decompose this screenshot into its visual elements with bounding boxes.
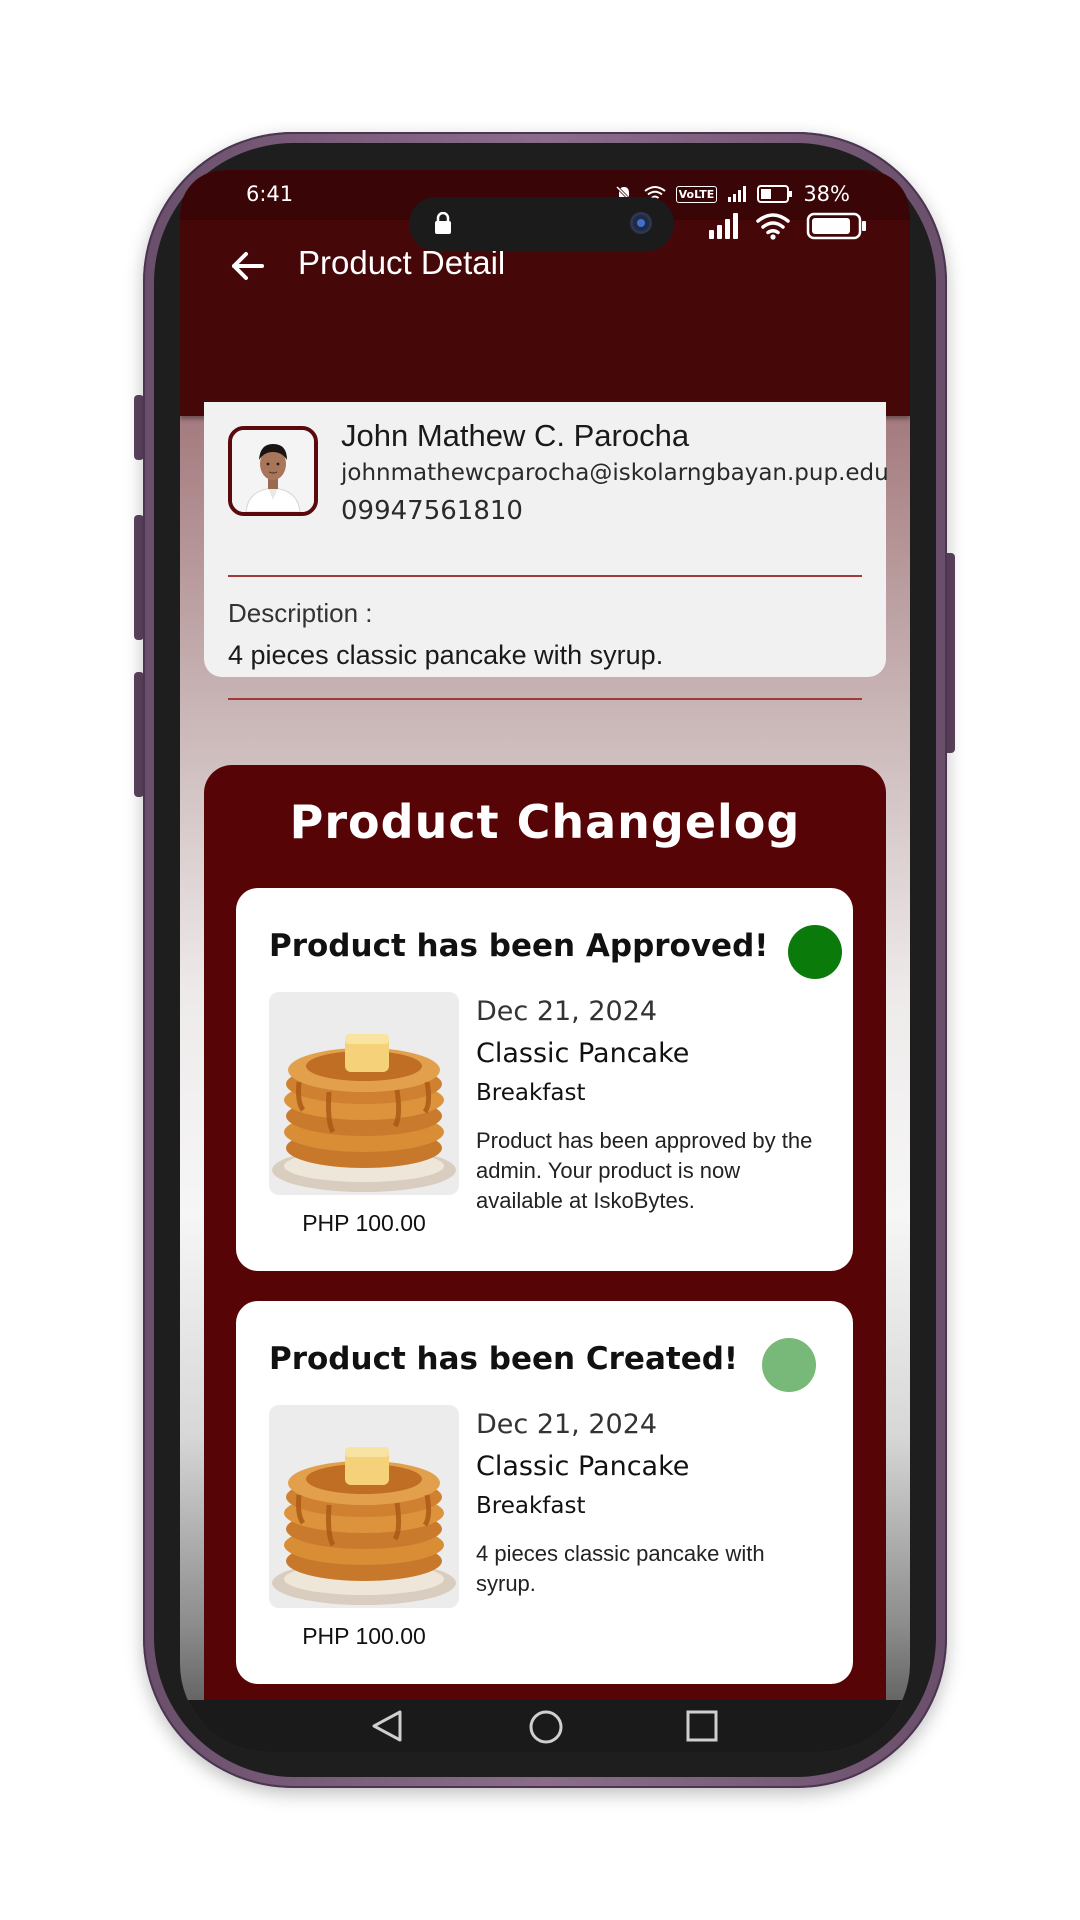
person-avatar-icon bbox=[232, 430, 314, 512]
changelog-date: Dec 21, 2024 bbox=[476, 1409, 658, 1440]
status-dot bbox=[762, 1338, 816, 1392]
seller-name: John Mathew C. Parocha bbox=[341, 418, 690, 453]
changelog-panel: Product Changelog Product has been Appro… bbox=[204, 765, 886, 1745]
changelog-message: Product has been approved by the admin. … bbox=[476, 1128, 813, 1213]
seller-email[interactable]: johnmathewcparocha@iskolarngbayan.pup.ed… bbox=[341, 460, 889, 486]
status-time: 6:41 bbox=[246, 182, 294, 206]
battery-small-icon bbox=[757, 185, 793, 203]
battery-percent: 38% bbox=[803, 182, 850, 206]
seller-phone[interactable]: 09947561810 bbox=[341, 496, 523, 526]
seller-card: John Mathew C. Parocha johnmathewcparoch… bbox=[204, 402, 889, 700]
changelog-heading: Product has been Approved! bbox=[269, 928, 769, 964]
changelog-message: 4 pieces classic pancake with syrup. bbox=[476, 1541, 765, 1596]
product-category: Breakfast bbox=[476, 1493, 586, 1519]
status-dot bbox=[788, 925, 842, 979]
product-name: Classic Pancake bbox=[476, 1451, 690, 1482]
product-image bbox=[269, 1405, 459, 1608]
dynamic-island bbox=[409, 197, 674, 251]
nav-back-icon[interactable] bbox=[370, 1708, 404, 1744]
nav-recents-icon[interactable] bbox=[685, 1708, 719, 1744]
changelog-card-created[interactable]: Product has been Created! PHP 100.00 Dec… bbox=[236, 1301, 853, 1684]
description-text: 4 pieces classic pancake with syrup. bbox=[228, 640, 664, 670]
frame-status-icons bbox=[708, 212, 868, 240]
lock-icon bbox=[435, 212, 451, 234]
divider bbox=[228, 698, 862, 700]
product-category: Breakfast bbox=[476, 1080, 586, 1106]
volte-badge: VoLTE bbox=[675, 185, 718, 203]
changelog-heading: Product has been Created! bbox=[269, 1341, 739, 1377]
product-price: PHP 100.00 bbox=[302, 1623, 426, 1649]
divider bbox=[228, 575, 862, 577]
cell-signal-small-icon bbox=[728, 186, 747, 202]
signal-icon bbox=[709, 213, 738, 239]
avatar bbox=[228, 426, 318, 516]
battery-icon bbox=[806, 212, 866, 240]
product-image bbox=[269, 992, 459, 1195]
pancake-image-icon bbox=[269, 992, 459, 1195]
changelog-date: Dec 21, 2024 bbox=[476, 996, 658, 1027]
camera-icon bbox=[630, 212, 652, 234]
back-arrow-icon[interactable] bbox=[228, 246, 268, 286]
description-label: Description : bbox=[228, 598, 373, 628]
changelog-card-approved[interactable]: Product has been Approved! PHP 100.00 De… bbox=[236, 888, 853, 1271]
wifi-icon bbox=[756, 213, 790, 240]
pancake-image-icon bbox=[269, 1405, 459, 1608]
nav-home-icon[interactable] bbox=[527, 1708, 565, 1746]
product-price: PHP 100.00 bbox=[302, 1210, 426, 1236]
changelog-title: Product Changelog bbox=[289, 795, 801, 849]
navigation-bar bbox=[180, 1700, 910, 1752]
phone-screen: 6:41 VoLTE 38% Product Detail John Mathe… bbox=[180, 170, 910, 1752]
product-name: Classic Pancake bbox=[476, 1038, 690, 1069]
